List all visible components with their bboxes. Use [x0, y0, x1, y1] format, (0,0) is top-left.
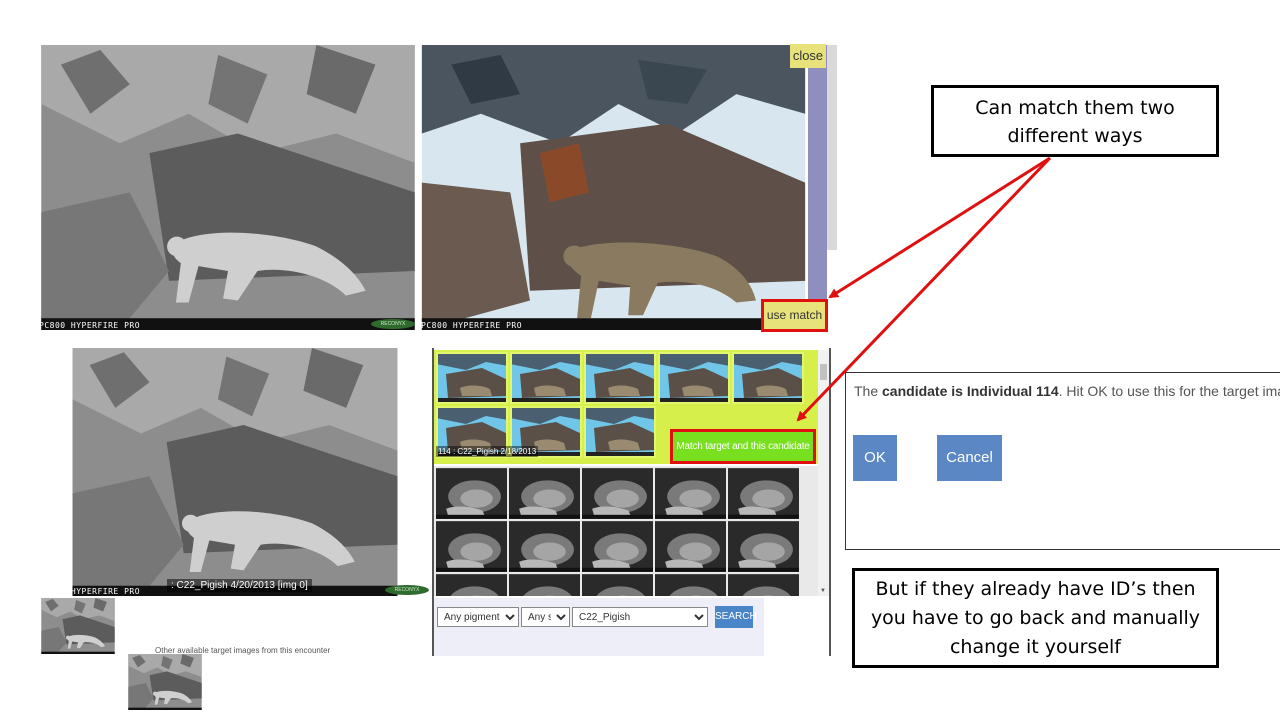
arrow-to-use-match [828, 156, 1051, 299]
confirm-dialog: The candidate is Individual 114. Hit OK … [845, 372, 1280, 550]
callout-text: But if they already have ID’s then you h… [870, 578, 1201, 658]
cancel-button[interactable]: Cancel [937, 435, 1002, 481]
ok-button[interactable]: OK [853, 435, 897, 481]
dialog-message: The candidate is Individual 114. Hit OK … [854, 383, 1280, 399]
callout-existing-ids: But if they already have ID’s then you h… [852, 568, 1219, 668]
dialog-text-prefix: The [854, 383, 883, 399]
dialog-text-bold: candidate is Individual 114 [882, 383, 1059, 399]
dialog-text-suffix: . Hit OK to use this for the target imag… [1058, 383, 1280, 399]
